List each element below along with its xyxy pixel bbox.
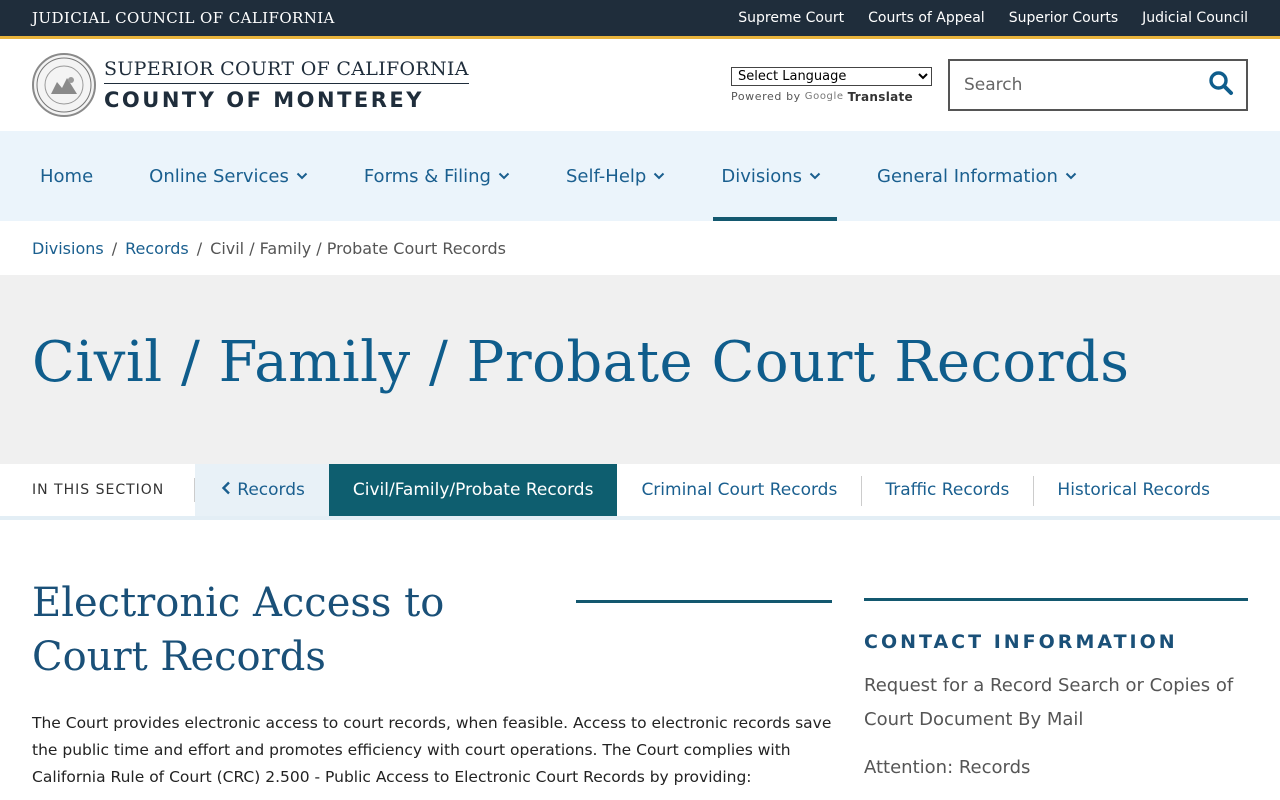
nav-divisions-label: Divisions bbox=[721, 165, 803, 187]
heading-rule bbox=[576, 600, 832, 603]
translate-link[interactable]: Translate bbox=[848, 90, 913, 104]
link-judicial-council[interactable]: Judicial Council bbox=[1142, 10, 1248, 26]
contact-rule bbox=[864, 598, 1248, 601]
chevron-left-icon bbox=[221, 480, 231, 500]
court-links: Supreme Court Courts of Appeal Superior … bbox=[738, 10, 1248, 26]
article-heading: Electronic Access to Court Records bbox=[32, 580, 445, 680]
nav-forms-filing-label: Forms & Filing bbox=[363, 165, 491, 187]
nav-home[interactable]: Home bbox=[24, 131, 109, 221]
section-tab-historical[interactable]: Historical Records bbox=[1033, 464, 1234, 516]
article-header: Electronic Access to Court Records bbox=[32, 576, 832, 684]
contact-attention: Attention: Records bbox=[864, 757, 1031, 778]
main-navigation: Home Online Services Forms & Filing Self… bbox=[0, 131, 1280, 221]
link-courts-of-appeal[interactable]: Courts of Appeal bbox=[868, 10, 985, 26]
breadcrumb-divisions[interactable]: Divisions bbox=[32, 239, 104, 258]
page-title: Civil / Family / Probate Court Records bbox=[32, 330, 1130, 395]
contact-title: CONTACT INFORMATION bbox=[864, 631, 1178, 653]
chevron-down-icon bbox=[296, 172, 308, 180]
link-supreme-court[interactable]: Supreme Court bbox=[738, 10, 844, 26]
contact-text: Request for a Record Search or Copies of… bbox=[864, 675, 1234, 730]
court-name: SUPERIOR COURT OF CALIFORNIA COUNTY OF M… bbox=[104, 58, 469, 112]
search-box bbox=[948, 59, 1248, 111]
breadcrumb-separator: / bbox=[111, 238, 118, 258]
google-logo: Google bbox=[804, 91, 844, 102]
section-tab-criminal[interactable]: Criminal Court Records bbox=[617, 464, 861, 516]
chevron-down-icon bbox=[653, 172, 665, 180]
powered-by-google: Powered by Google Translate bbox=[731, 90, 932, 104]
court-name-line2: COUNTY OF MONTEREY bbox=[104, 88, 424, 112]
main-content: Electronic Access to Court Records The C… bbox=[0, 520, 1280, 791]
contact-sidebar: CONTACT INFORMATION Request for a Record… bbox=[864, 520, 1248, 791]
nav-forms-filing[interactable]: Forms & Filing bbox=[348, 131, 526, 221]
nav-divisions[interactable]: Divisions bbox=[705, 131, 837, 221]
nav-general-information-label: General Information bbox=[877, 165, 1058, 187]
nav-general-information[interactable]: General Information bbox=[861, 131, 1093, 221]
section-tab-traffic[interactable]: Traffic Records bbox=[861, 464, 1033, 516]
search-icon[interactable] bbox=[1208, 70, 1234, 100]
top-utility-bar: JUDICIAL COUNCIL OF CALIFORNIA Supreme C… bbox=[0, 0, 1280, 39]
page-hero: Civil / Family / Probate Court Records bbox=[0, 275, 1280, 464]
article: Electronic Access to Court Records The C… bbox=[32, 520, 832, 791]
site-header: SUPERIOR COURT OF CALIFORNIA COUNTY OF M… bbox=[0, 39, 1280, 131]
nav-online-services-label: Online Services bbox=[149, 165, 289, 187]
article-paragraph: The Court provides electronic access to … bbox=[32, 714, 832, 786]
chevron-down-icon bbox=[1065, 172, 1077, 180]
translate-widget: Select Language Powered by Google Transl… bbox=[731, 66, 932, 104]
court-seal-icon bbox=[32, 53, 96, 117]
breadcrumb-records[interactable]: Records bbox=[125, 239, 189, 258]
language-select[interactable]: Select Language bbox=[731, 66, 932, 86]
nav-self-help[interactable]: Self-Help bbox=[550, 131, 681, 221]
court-name-line1: SUPERIOR COURT OF CALIFORNIA bbox=[104, 58, 469, 84]
nav-self-help-label: Self-Help bbox=[565, 165, 647, 187]
court-logo[interactable]: SUPERIOR COURT OF CALIFORNIA COUNTY OF M… bbox=[32, 53, 469, 117]
header-tools: Select Language Powered by Google Transl… bbox=[731, 59, 1248, 111]
chevron-down-icon bbox=[809, 172, 821, 180]
breadcrumb-current: Civil / Family / Probate Court Records bbox=[210, 238, 506, 258]
section-label: IN THIS SECTION bbox=[32, 478, 196, 502]
chevron-down-icon bbox=[498, 172, 510, 180]
search-input[interactable] bbox=[962, 74, 1196, 96]
section-back-records[interactable]: Records bbox=[195, 464, 329, 516]
link-superior-courts[interactable]: Superior Courts bbox=[1009, 10, 1118, 26]
powered-by-text: Powered by bbox=[731, 90, 801, 103]
nav-home-label: Home bbox=[40, 165, 94, 187]
section-navigation: IN THIS SECTION Records Civil/Family/Pro… bbox=[0, 464, 1280, 520]
breadcrumb-separator: / bbox=[196, 238, 203, 258]
section-tab-civil-family-probate[interactable]: Civil/Family/Probate Records bbox=[328, 464, 618, 516]
section-back-label: Records bbox=[237, 480, 305, 500]
nav-online-services[interactable]: Online Services bbox=[133, 131, 324, 221]
agency-name: JUDICIAL COUNCIL OF CALIFORNIA bbox=[32, 9, 335, 27]
breadcrumb: Divisions / Records / Civil / Family / P… bbox=[0, 221, 1280, 275]
